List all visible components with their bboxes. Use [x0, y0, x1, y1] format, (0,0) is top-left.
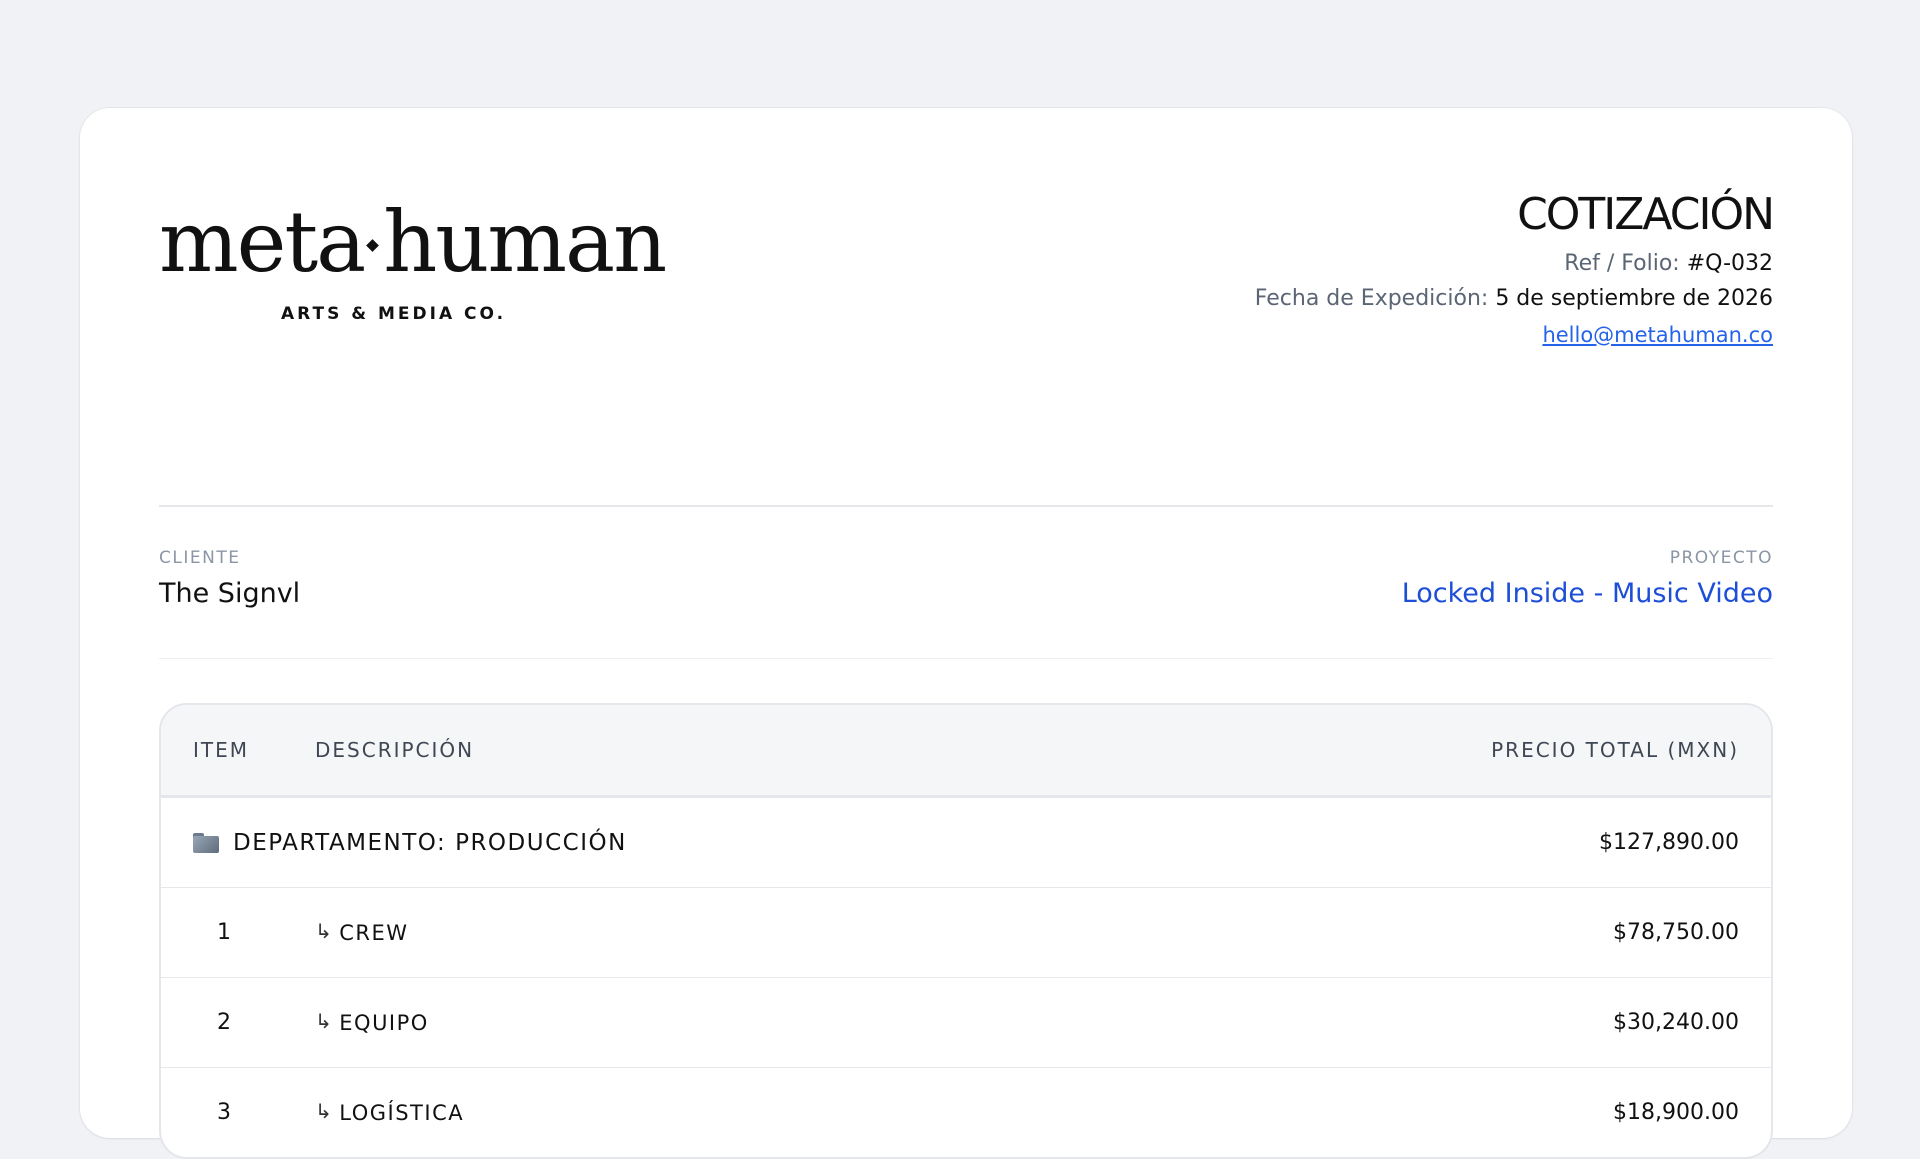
department-label: DEPARTAMENTO: PRODUCCIÓN	[233, 829, 627, 856]
brand-wordmark: meta human	[159, 200, 667, 284]
quote-meta: COTIZACIÓN Ref / Folio: #Q-032 Fecha de …	[1255, 189, 1775, 347]
client-name: The Signvl	[159, 578, 301, 609]
header-description: DESCRIPCIÓN	[315, 738, 475, 762]
row-item-number: 3	[217, 1100, 231, 1125]
header-divider	[159, 505, 1773, 507]
quote-table: ITEM DESCRIPCIÓN PRECIO TOTAL (MXN) DEPA…	[159, 703, 1773, 1159]
row-description-text: LOGÍSTICA	[339, 1100, 465, 1125]
table-row: 3 ↳ LOGÍSTICA $18,900.00	[161, 1067, 1771, 1157]
folder-icon	[193, 832, 219, 853]
issue-date-value: 5 de septiembre de 2026	[1495, 285, 1773, 311]
sub-item-arrow-icon: ↳	[315, 1008, 334, 1033]
brand-name-right: human	[383, 193, 667, 291]
row-description: ↳ LOGÍSTICA	[315, 1098, 465, 1125]
brand-tagline: ARTS & MEDIA CO.	[281, 304, 507, 324]
sub-item-arrow-icon: ↳	[315, 1098, 334, 1123]
table-row: 1 ↳ CREW $78,750.00	[161, 887, 1771, 977]
reference-label: Ref / Folio:	[1564, 250, 1680, 276]
department-total: $127,890.00	[1599, 830, 1739, 855]
row-item-number: 2	[217, 1010, 231, 1035]
document-title: COTIZACIÓN	[1517, 189, 1775, 240]
row-description: ↳ CREW	[315, 918, 409, 945]
table-header-row: ITEM DESCRIPCIÓN PRECIO TOTAL (MXN)	[161, 705, 1771, 797]
row-price: $30,240.00	[1613, 1010, 1739, 1035]
contact-email-link[interactable]: hello@metahuman.co	[1542, 323, 1773, 347]
quote-content: meta human ARTS & MEDIA CO. COTIZACIÓN Re…	[159, 108, 1775, 1159]
department-cell: DEPARTAMENTO: PRODUCCIÓN	[193, 830, 627, 856]
client-label: CLIENTE	[159, 548, 241, 568]
row-description-text: EQUIPO	[339, 1010, 429, 1035]
reference-line: Ref / Folio: #Q-032	[1255, 251, 1773, 276]
client-block: CLIENTE The Signvl	[159, 548, 300, 609]
row-description: ↳ EQUIPO	[315, 1008, 429, 1035]
reference-value: #Q-032	[1686, 250, 1773, 276]
issue-date-label: Fecha de Expedición:	[1254, 285, 1489, 311]
brand-logo: meta human ARTS & MEDIA CO.	[159, 200, 667, 324]
header-price: PRECIO TOTAL (MXN)	[1491, 738, 1739, 762]
quote-header: meta human ARTS & MEDIA CO. COTIZACIÓN Re…	[159, 108, 1775, 398]
project-name-link[interactable]: Locked Inside - Music Video	[1402, 578, 1773, 609]
info-divider	[159, 658, 1773, 659]
project-label: PROYECTO	[1669, 548, 1773, 568]
quote-card: meta human ARTS & MEDIA CO. COTIZACIÓN Re…	[80, 108, 1852, 1159]
brand-dot-icon	[366, 238, 380, 252]
row-price: $78,750.00	[1613, 920, 1739, 945]
row-item-number: 1	[217, 920, 231, 945]
header-item: ITEM	[193, 738, 250, 762]
project-block: PROYECTO Locked Inside - Music Video	[1402, 548, 1773, 609]
department-row: DEPARTAMENTO: PRODUCCIÓN $127,890.00	[161, 797, 1771, 887]
issue-date-line: Fecha de Expedición: 5 de septiembre de …	[1255, 286, 1773, 311]
sub-item-arrow-icon: ↳	[315, 918, 334, 943]
table-row: 2 ↳ EQUIPO $30,240.00	[161, 977, 1771, 1067]
brand-name-left: meta	[159, 193, 366, 291]
row-description-text: CREW	[339, 920, 409, 945]
row-price: $18,900.00	[1613, 1100, 1739, 1125]
